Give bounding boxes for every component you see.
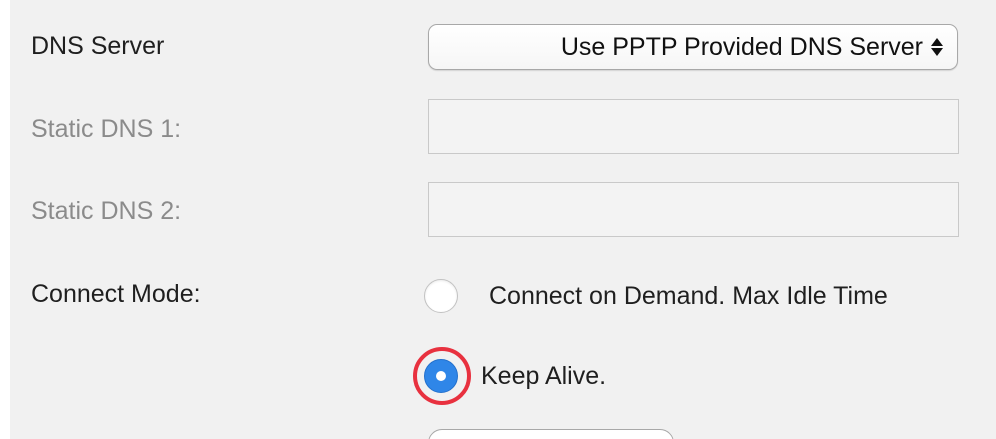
static-dns-2-input[interactable] — [428, 182, 959, 237]
connect-mode-label: Connect Mode: — [31, 280, 201, 308]
next-row-input-partial[interactable] — [428, 429, 674, 439]
dns-server-select[interactable]: Use PPTP Provided DNS Server — [428, 24, 958, 70]
pptp-settings-panel: DNS Server Use PPTP Provided DNS Server … — [0, 0, 996, 439]
static-dns-1-label: Static DNS 1: — [31, 115, 182, 143]
dns-server-label: DNS Server — [31, 32, 165, 60]
static-dns-1-input[interactable] — [428, 99, 959, 154]
connect-on-demand-radio[interactable] — [424, 279, 458, 313]
up-down-chevron-icon — [931, 38, 943, 56]
dns-server-selected-value: Use PPTP Provided DNS Server — [560, 32, 923, 61]
keep-alive-label: Keep Alive. — [481, 362, 607, 390]
left-edge — [0, 0, 10, 439]
keep-alive-radio[interactable] — [424, 359, 458, 393]
connect-on-demand-label: Connect on Demand. Max Idle Time — [489, 282, 888, 310]
static-dns-2-label: Static DNS 2: — [31, 197, 182, 225]
radio-selected-dot — [436, 371, 446, 381]
